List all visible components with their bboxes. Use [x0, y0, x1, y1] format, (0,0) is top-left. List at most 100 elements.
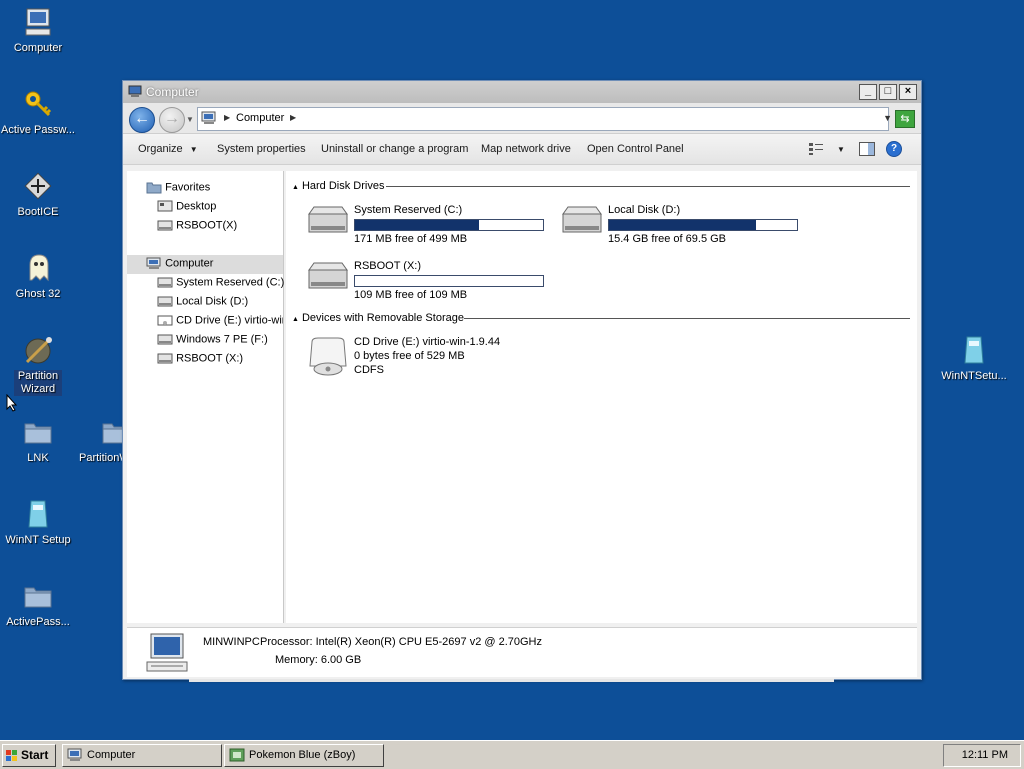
- title-bar[interactable]: Computer _ □ ×: [123, 81, 921, 103]
- organize-menu[interactable]: Organize ▼: [138, 143, 198, 155]
- details-pane: MINWINPC Processor: Intel(R) Xeon(R) CPU…: [127, 627, 917, 677]
- window-title: Computer: [146, 85, 199, 99]
- taskbar-item-pokemon[interactable]: Pokemon Blue (zBoy): [224, 744, 384, 767]
- nav-rsboot-favorite[interactable]: RSBOOT(X): [157, 219, 237, 232]
- command-bar: Organize ▼ System properties Uninstall o…: [123, 134, 921, 165]
- drive-filesystem: CDFS: [354, 364, 384, 376]
- drive-tile-c[interactable]: System Reserved (C:) 171 MB free of 499 …: [306, 204, 546, 249]
- folder-icon: [22, 580, 54, 612]
- drive-name: System Reserved (C:): [354, 204, 463, 216]
- desktop-icon-computer[interactable]: Computer: [0, 6, 76, 55]
- forward-arrow-icon: →: [164, 110, 180, 127]
- desktop-icon-lnk[interactable]: LNK: [0, 416, 76, 465]
- help-icon[interactable]: ?: [886, 141, 902, 157]
- cd-drive-icon: [157, 315, 173, 326]
- drive-tile-x[interactable]: RSBOOT (X:) 109 MB free of 109 MB: [306, 260, 546, 305]
- breadcrumb-computer[interactable]: Computer: [236, 112, 284, 124]
- drive-icon: [157, 334, 173, 345]
- nav-drive-f[interactable]: Windows 7 PE (F:): [157, 333, 268, 346]
- nav-favorites[interactable]: Favorites: [146, 181, 210, 194]
- system-properties-button[interactable]: System properties: [217, 143, 306, 155]
- desktop-icon-partitionw[interactable]: PartitionW: [76, 416, 122, 465]
- start-button[interactable]: Start: [2, 744, 56, 767]
- desktop-icon-active-password[interactable]: Active Passw...: [0, 88, 76, 137]
- uninstall-program-button[interactable]: Uninstall or change a program: [321, 143, 468, 155]
- drive-tile-d[interactable]: Local Disk (D:) 15.4 GB free of 69.5 GB: [560, 204, 800, 249]
- open-control-panel-button[interactable]: Open Control Panel: [587, 143, 684, 155]
- desktop-icon-label: WinNT Setup: [5, 534, 71, 546]
- drive-free-space: 109 MB free of 109 MB: [354, 289, 468, 301]
- view-options-dropdown-icon[interactable]: ▼: [837, 145, 845, 154]
- system-tray: 12:11 PM: [943, 744, 1021, 767]
- drive-name: Local Disk (D:): [608, 204, 681, 216]
- forward-button[interactable]: →: [159, 107, 185, 133]
- mouse-cursor-icon: [6, 393, 18, 415]
- desktop-icon-partition-wizard[interactable]: Partition Wizard: [0, 334, 76, 396]
- computer-icon: [146, 257, 161, 269]
- memory-info: Memory: 6.00 GB: [275, 654, 362, 666]
- desktop-icon-bootice[interactable]: BootICE: [0, 170, 76, 219]
- change-view-icon[interactable]: [809, 142, 823, 158]
- nav-drive-e[interactable]: CD Drive (E:) virtio-win: [157, 314, 283, 327]
- minimize-button[interactable]: _: [859, 84, 877, 100]
- desktop-icon-activepass[interactable]: ActivePass...: [0, 580, 76, 629]
- group-header-removable[interactable]: ▲ Devices with Removable Storage: [292, 312, 464, 324]
- back-button[interactable]: ←: [129, 107, 155, 133]
- group-header-hard-disks[interactable]: ▲ Hard Disk Drives: [292, 180, 384, 192]
- nav-drive-x[interactable]: RSBOOT (X:): [157, 352, 243, 365]
- capacity-bar-fill: [609, 220, 756, 230]
- refresh-icon: ⇆: [900, 113, 910, 125]
- drive-icon: [157, 296, 173, 307]
- ghost-icon: [22, 252, 54, 284]
- organize-label: Organize: [138, 143, 183, 155]
- refresh-button[interactable]: ⇆: [895, 110, 915, 128]
- computer-icon: [201, 111, 217, 128]
- address-dropdown-icon[interactable]: ▼: [883, 113, 892, 123]
- map-network-drive-button[interactable]: Map network drive: [481, 143, 571, 155]
- drive-free-space: 171 MB free of 499 MB: [354, 233, 468, 245]
- nav-computer[interactable]: Computer: [146, 257, 213, 270]
- nav-computer-label: Computer: [165, 257, 214, 270]
- drive-tile-cd[interactable]: CD Drive (E:) virtio-win-1.9.44 0 bytes …: [306, 336, 546, 384]
- nav-drive-label: Local Disk (D:): [176, 295, 249, 308]
- desktop-icon-label: ActivePass...: [6, 616, 70, 628]
- desktop-icon-label: PartitionW: [79, 452, 122, 464]
- nav-drive-label: RSBOOT (X:): [176, 352, 244, 365]
- address-input[interactable]: ▶ Computer ▶ ▼: [197, 107, 892, 131]
- nav-drive-label: CD Drive (E:) virtio-win: [176, 314, 283, 327]
- maximize-button[interactable]: □: [879, 84, 897, 100]
- nav-drive-c[interactable]: System Reserved (C:): [157, 276, 284, 289]
- hard-drive-icon: [308, 262, 348, 289]
- recent-pages-dropdown[interactable]: ▼: [186, 115, 194, 124]
- group-header-label: Devices with Removable Storage: [301, 312, 464, 324]
- nav-drive-label: Windows 7 PE (F:): [176, 333, 268, 346]
- capacity-bar-fill: [355, 220, 480, 230]
- close-button[interactable]: ×: [899, 84, 917, 100]
- capacity-bar: [608, 219, 798, 231]
- capacity-bar: [354, 219, 544, 231]
- preview-pane-icon[interactable]: [859, 142, 875, 159]
- nav-drive-d[interactable]: Local Disk (D:): [157, 295, 248, 308]
- nav-drive-label: System Reserved (C:): [176, 276, 285, 289]
- drive-free-space: 0 bytes free of 529 MB: [354, 350, 465, 362]
- windows-logo-icon: [6, 750, 17, 761]
- taskbar-item-computer[interactable]: Computer: [62, 744, 222, 767]
- clock[interactable]: 12:11 PM: [962, 749, 1008, 761]
- chevron-down-icon: ▼: [189, 145, 198, 154]
- nav-desktop[interactable]: Desktop: [157, 200, 216, 213]
- navigation-pane: Favorites Desktop RSBOOT(X) Computer Sys…: [127, 171, 284, 623]
- hard-drive-icon: [562, 206, 602, 233]
- desktop-icon-winnt-setup[interactable]: WinNT Setup: [0, 498, 76, 547]
- breadcrumb-chevron-icon[interactable]: ▶: [290, 113, 296, 122]
- computer-icon: [22, 6, 54, 38]
- computer-icon: [128, 85, 142, 101]
- desktop-icon-ghost[interactable]: Ghost 32: [0, 252, 76, 301]
- winnt-setup-icon: [958, 334, 990, 366]
- start-label: Start: [21, 748, 49, 762]
- breadcrumb-chevron-icon[interactable]: ▶: [224, 113, 230, 122]
- window-bottom-edge: [189, 679, 834, 682]
- desktop-icon-label: Partition Wizard: [14, 370, 62, 396]
- drive-name: RSBOOT (X:): [354, 260, 422, 272]
- desktop-icon-winntsetup-right[interactable]: WinNTSetu...: [936, 334, 1012, 383]
- collapse-arrow-icon: ▲: [292, 316, 299, 323]
